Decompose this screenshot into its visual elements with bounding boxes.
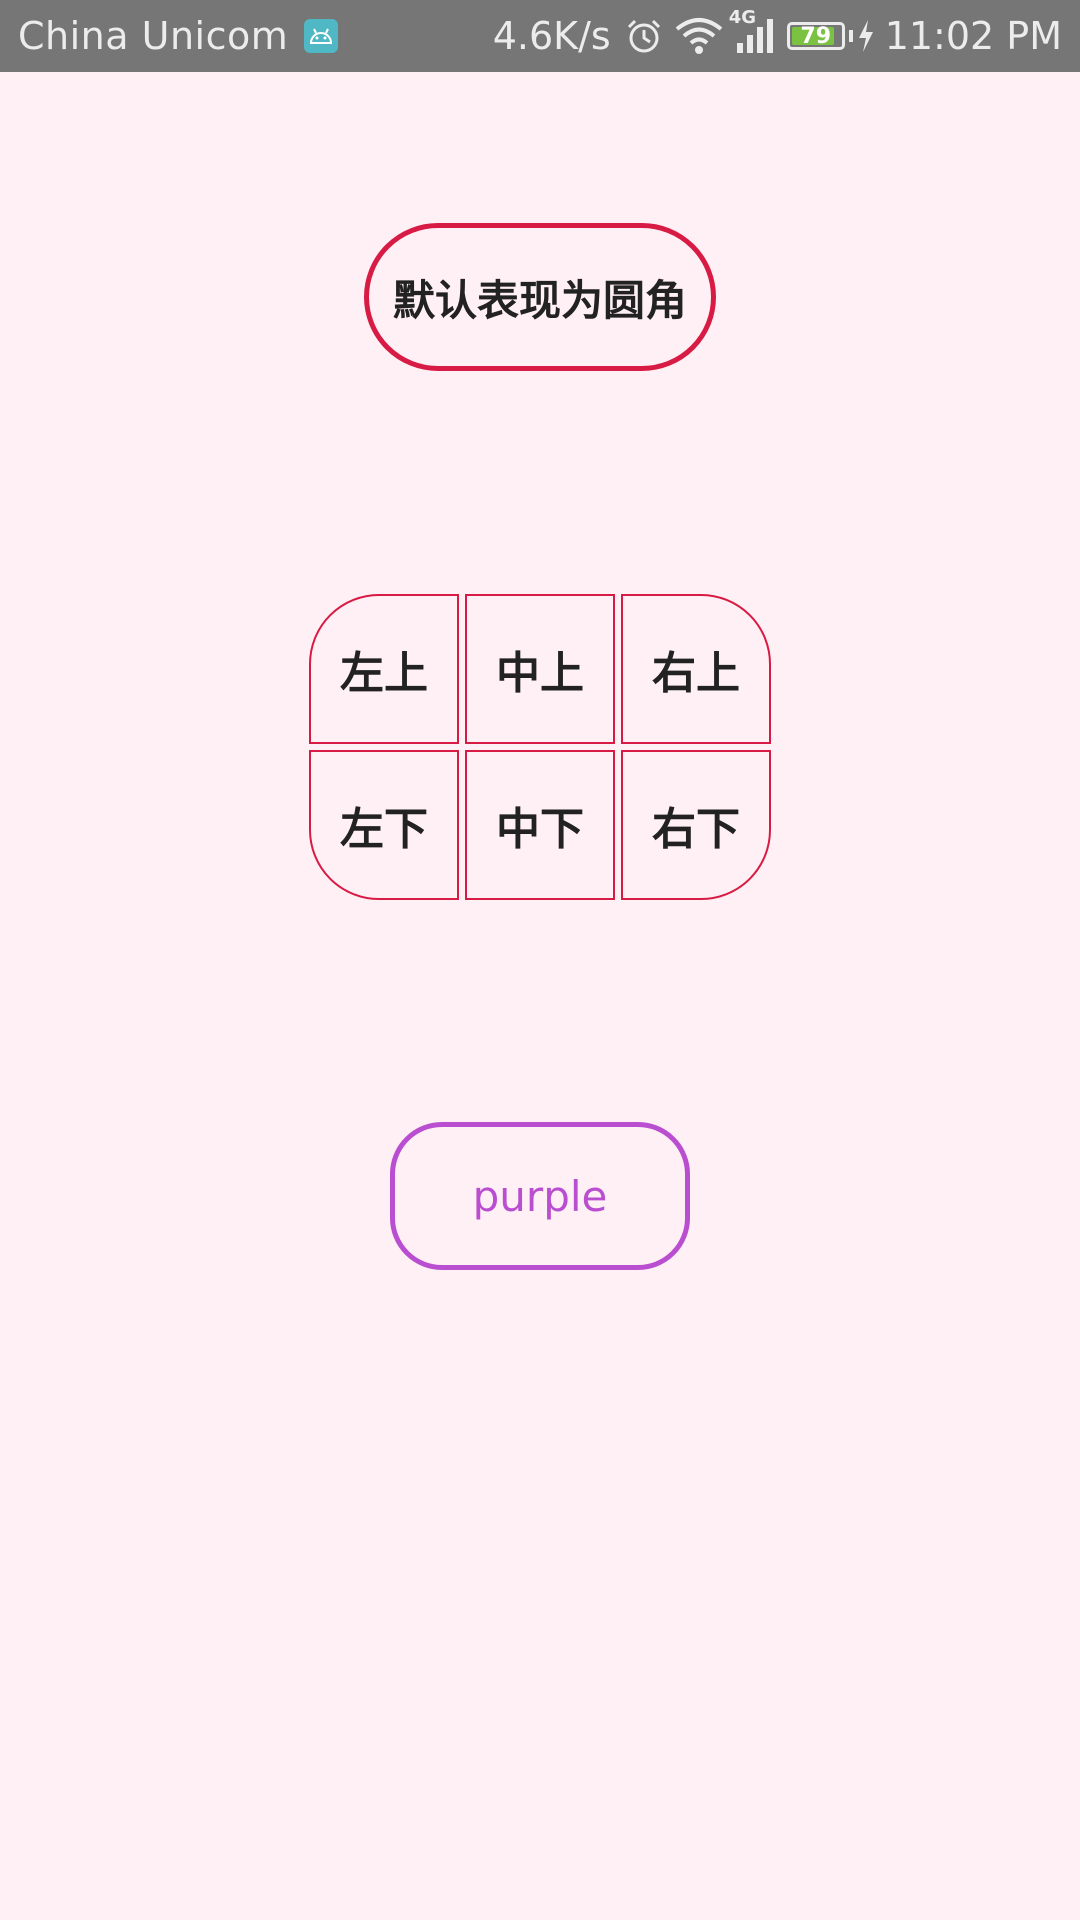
network-speed: 4.6K/s xyxy=(492,14,611,58)
signal-icon: 4G xyxy=(729,7,775,55)
clock: 11:02 PM xyxy=(884,14,1062,58)
top-right-button[interactable]: 右上 xyxy=(621,594,771,744)
alarm-icon xyxy=(625,17,663,55)
default-rounded-button[interactable]: 默认表现为圆角 xyxy=(364,223,716,371)
android-icon xyxy=(304,19,339,53)
wifi-icon xyxy=(675,17,723,55)
bottom-left-button[interactable]: 左下 xyxy=(309,750,459,900)
battery-icon: 79 xyxy=(786,22,845,50)
charging-icon xyxy=(857,20,875,52)
battery-level: 79 xyxy=(800,23,832,49)
bottom-center-button[interactable]: 中下 xyxy=(465,750,615,900)
status-bar: China Unicom 4.6K/s 4G 79 11:02 PM xyxy=(0,0,1080,72)
bottom-right-button[interactable]: 右下 xyxy=(621,750,771,900)
carrier-name: China Unicom xyxy=(18,14,289,58)
top-center-button[interactable]: 中上 xyxy=(465,594,615,744)
top-left-button[interactable]: 左上 xyxy=(309,594,459,744)
purple-button[interactable]: purple xyxy=(390,1122,690,1270)
network-type: 4G xyxy=(728,7,757,28)
